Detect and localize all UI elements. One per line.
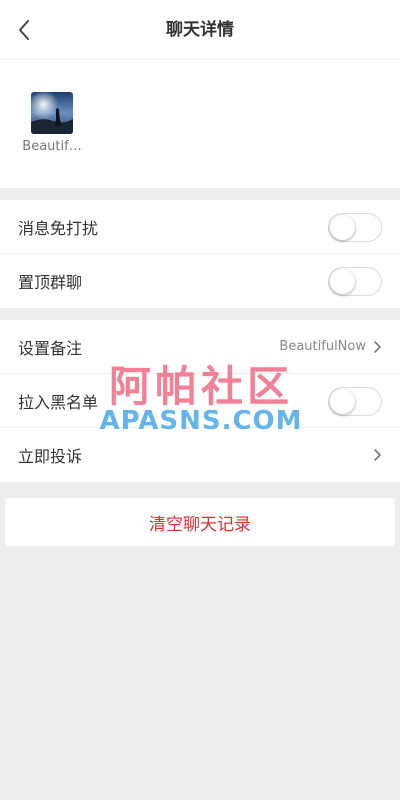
pin-row: 置顶群聊 [0, 254, 400, 308]
remark-value: BeautifulNow [279, 339, 366, 354]
profile-settings-group: 设置备注 BeautifulNow 拉入黑名单 立即投诉 [0, 320, 400, 482]
toggle-knob [330, 389, 355, 414]
blacklist-toggle[interactable] [328, 387, 382, 416]
page-title: 聊天详情 [166, 20, 234, 40]
mute-toggle[interactable] [328, 213, 382, 242]
report-row[interactable]: 立即投诉 [0, 428, 400, 482]
toggle-knob [330, 269, 355, 294]
member-item[interactable]: Beautif… [20, 92, 84, 154]
clear-history-button[interactable]: 清空聊天记录 [5, 498, 395, 546]
mute-row: 消息免打扰 [0, 200, 400, 254]
member-name: Beautif… [22, 139, 82, 154]
pin-toggle[interactable] [328, 267, 382, 296]
avatar [31, 92, 73, 134]
remark-label: 设置备注 [18, 338, 83, 358]
chat-details-page: 聊天详情 Beautif… 消息免打扰 置顶群聊 设置备注 BeautifulN… [0, 0, 400, 800]
header-bar: 聊天详情 [0, 0, 400, 60]
chat-settings-group: 消息免打扰 置顶群聊 [0, 200, 400, 308]
chevron-right-icon [374, 340, 381, 353]
blacklist-row: 拉入黑名单 [0, 374, 400, 428]
remark-row[interactable]: 设置备注 BeautifulNow [0, 320, 400, 374]
toggle-knob [330, 215, 355, 240]
member-section: Beautif… [0, 60, 400, 188]
chevron-right-icon [374, 449, 381, 461]
report-label: 立即投诉 [18, 447, 83, 466]
